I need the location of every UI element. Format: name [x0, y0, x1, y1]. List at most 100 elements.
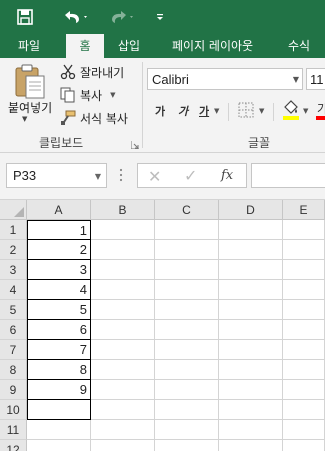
chevron-down-icon[interactable]: ▼	[303, 107, 308, 115]
cell-b9[interactable]	[91, 380, 155, 400]
formula-input[interactable]	[251, 163, 325, 188]
cell-b2[interactable]	[91, 240, 155, 260]
cell-b11[interactable]	[91, 420, 155, 440]
cell-b7[interactable]	[91, 340, 155, 360]
cell-e5[interactable]	[283, 300, 325, 320]
cell-a7[interactable]: 7	[27, 340, 91, 360]
cell-c7[interactable]	[155, 340, 219, 360]
cell-c9[interactable]	[155, 380, 219, 400]
row-header[interactable]: 12	[0, 440, 27, 451]
cell-a6[interactable]: 6	[27, 320, 91, 340]
cell-c4[interactable]	[155, 280, 219, 300]
column-header-c[interactable]: C	[155, 200, 219, 220]
cell-b1[interactable]	[91, 220, 155, 240]
name-box[interactable]: P33 ▼	[6, 163, 107, 188]
cell-e6[interactable]	[283, 320, 325, 340]
save-icon[interactable]	[14, 0, 36, 34]
cell-e9[interactable]	[283, 380, 325, 400]
borders-icon[interactable]	[238, 102, 254, 118]
cell-d5[interactable]	[219, 300, 283, 320]
cell-c3[interactable]	[155, 260, 219, 280]
redo-icon[interactable]	[104, 0, 140, 34]
row-header[interactable]: 9	[0, 380, 27, 400]
font-name-dropdown[interactable]: Calibri ▼	[147, 68, 303, 90]
cell-e1[interactable]	[283, 220, 325, 240]
row-header[interactable]: 8	[0, 360, 27, 380]
cell-d9[interactable]	[219, 380, 283, 400]
cell-b6[interactable]	[91, 320, 155, 340]
tab-insert[interactable]: 삽입	[118, 34, 140, 58]
italic-button[interactable]: 가	[178, 103, 188, 121]
row-header[interactable]: 4	[0, 280, 27, 300]
dialog-launcher-icon[interactable]	[130, 138, 139, 150]
row-header[interactable]: 11	[0, 420, 27, 440]
cell-c2[interactable]	[155, 240, 219, 260]
copy-button[interactable]: 복사 ▼	[60, 85, 115, 105]
cell-e2[interactable]	[283, 240, 325, 260]
cell-e8[interactable]	[283, 360, 325, 380]
cell-d2[interactable]	[219, 240, 283, 260]
underline-button[interactable]: 가	[199, 103, 209, 121]
cell-a5[interactable]: 5	[27, 300, 91, 320]
font-size-dropdown[interactable]: 11	[306, 68, 325, 90]
paste-button[interactable]	[8, 64, 52, 126]
cell-e12[interactable]	[283, 440, 325, 451]
insert-function-button[interactable]: fx	[221, 168, 233, 183]
cell-c1[interactable]	[155, 220, 219, 240]
cell-b4[interactable]	[91, 280, 155, 300]
cell-d1[interactable]	[219, 220, 283, 240]
font-color-icon[interactable]: 가	[316, 99, 325, 121]
column-header-b[interactable]: B	[91, 200, 155, 220]
cell-d4[interactable]	[219, 280, 283, 300]
row-header[interactable]: 7	[0, 340, 27, 360]
cell-e7[interactable]	[283, 340, 325, 360]
cell-a10[interactable]	[27, 400, 91, 420]
bold-button[interactable]: 가	[155, 103, 165, 121]
column-header-a[interactable]: A	[27, 200, 91, 220]
cell-d6[interactable]	[219, 320, 283, 340]
cell-c11[interactable]	[155, 420, 219, 440]
cell-d3[interactable]	[219, 260, 283, 280]
cell-d12[interactable]	[219, 440, 283, 451]
column-header-d[interactable]: D	[219, 200, 283, 220]
column-header-e[interactable]: E	[283, 200, 325, 220]
enter-icon[interactable]: ✓	[184, 166, 197, 185]
row-header[interactable]: 2	[0, 240, 27, 260]
cell-b10[interactable]	[91, 400, 155, 420]
chevron-down-icon[interactable]: ▼	[22, 115, 27, 123]
cell-a1[interactable]: 1	[27, 220, 91, 240]
customize-qat-icon[interactable]	[151, 0, 169, 34]
tab-page-layout[interactable]: 페이지 레이아웃	[172, 34, 253, 58]
cell-b3[interactable]	[91, 260, 155, 280]
cell-e4[interactable]	[283, 280, 325, 300]
cell-c12[interactable]	[155, 440, 219, 451]
tab-file[interactable]: 파일	[18, 34, 40, 58]
chevron-down-icon[interactable]: ▼	[110, 91, 115, 99]
tab-home[interactable]: 홈	[66, 34, 104, 58]
fill-color-icon[interactable]	[282, 99, 300, 121]
cell-d8[interactable]	[219, 360, 283, 380]
chevron-down-icon[interactable]: ▼	[214, 107, 219, 115]
cell-e10[interactable]	[283, 400, 325, 420]
undo-icon[interactable]	[58, 0, 94, 34]
cell-e11[interactable]	[283, 420, 325, 440]
tab-formulas[interactable]: 수식	[288, 34, 310, 58]
cell-a12[interactable]	[27, 440, 91, 451]
cell-b5[interactable]	[91, 300, 155, 320]
cut-button[interactable]: 잘라내기	[60, 62, 124, 82]
chevron-down-icon[interactable]: ▼	[259, 107, 264, 115]
cancel-icon[interactable]: ✕	[148, 167, 161, 186]
cell-e3[interactable]	[283, 260, 325, 280]
cell-d7[interactable]	[219, 340, 283, 360]
row-header[interactable]: 6	[0, 320, 27, 340]
cell-b8[interactable]	[91, 360, 155, 380]
format-painter-button[interactable]: 서식 복사	[60, 108, 128, 128]
cell-a3[interactable]: 3	[27, 260, 91, 280]
cell-c10[interactable]	[155, 400, 219, 420]
cell-c6[interactable]	[155, 320, 219, 340]
cell-c5[interactable]	[155, 300, 219, 320]
row-header[interactable]: 10	[0, 400, 27, 420]
cell-a8[interactable]: 8	[27, 360, 91, 380]
cell-b12[interactable]	[91, 440, 155, 451]
cell-d10[interactable]	[219, 400, 283, 420]
